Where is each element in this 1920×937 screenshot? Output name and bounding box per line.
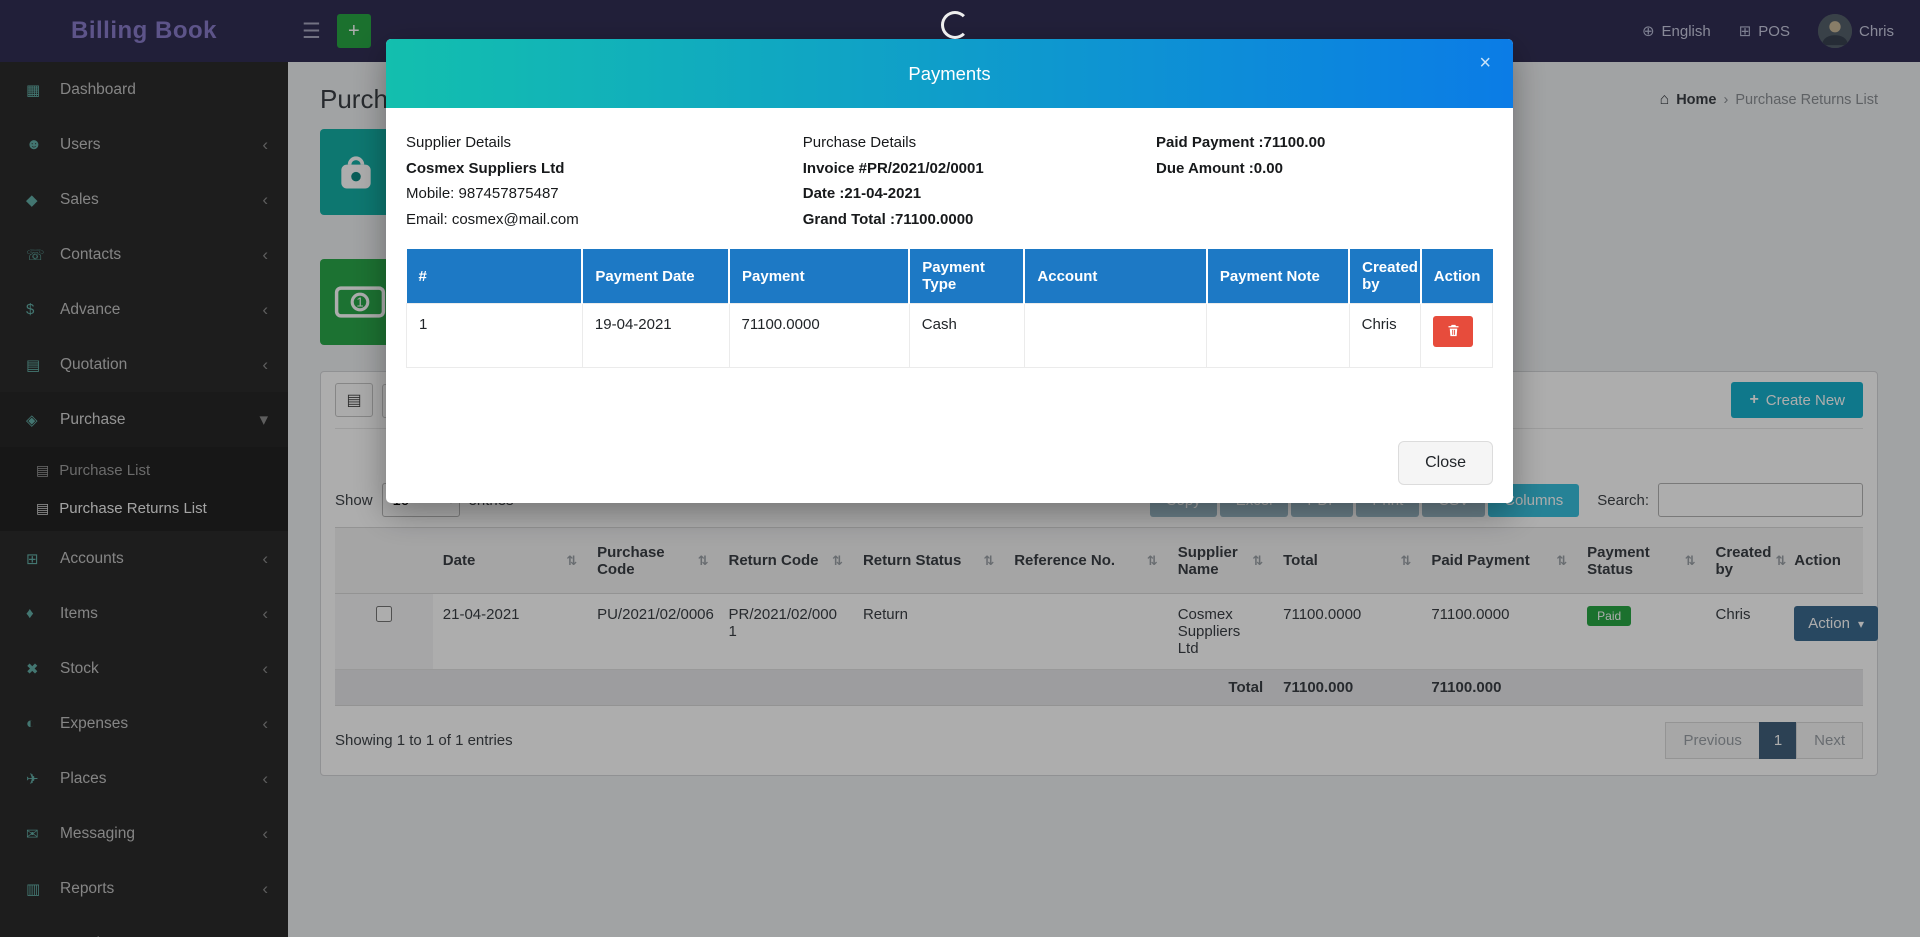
payments-column-header: Payment Note	[1207, 249, 1349, 304]
supplier-name: Cosmex Suppliers Ltd	[406, 156, 803, 182]
payments-column-header: #	[407, 249, 583, 304]
delete-payment-button[interactable]	[1433, 316, 1473, 347]
payment-amount: 71100.0000	[729, 304, 909, 368]
supplier-mobile: Mobile: 987457875487	[406, 181, 803, 207]
payment-summary: Paid Payment :71100.00 Due Amount :0.00	[1156, 130, 1493, 232]
payments-column-header: Payment Type	[909, 249, 1024, 304]
payment-index: 1	[407, 304, 583, 368]
trash-icon	[1446, 323, 1461, 341]
purchase-details-heading: Purchase Details	[803, 130, 1156, 156]
payment-row: 1 19-04-2021 71100.0000 Cash Chris	[407, 304, 1493, 368]
payments-modal: Payments × Supplier Details Cosmex Suppl…	[386, 39, 1513, 503]
invoice-number: Invoice #PR/2021/02/0001	[803, 156, 1156, 182]
payment-created-by: Chris	[1349, 304, 1421, 368]
supplier-details: Supplier Details Cosmex Suppliers Ltd Mo…	[406, 130, 803, 232]
payments-table: # Payment Date Payment Payment Type Acco…	[406, 249, 1493, 368]
payment-note	[1207, 304, 1349, 368]
modal-header: Payments ×	[386, 39, 1513, 108]
supplier-email: Email: cosmex@mail.com	[406, 207, 803, 233]
payments-column-header: Action	[1421, 249, 1493, 304]
payment-account	[1024, 304, 1206, 368]
payments-column-header: Account	[1024, 249, 1206, 304]
payments-column-header: Created by	[1349, 249, 1421, 304]
payments-column-header: Payment	[729, 249, 909, 304]
close-icon[interactable]: ×	[1479, 52, 1491, 75]
due-amount-summary: Due Amount :0.00	[1156, 156, 1493, 182]
close-button[interactable]: Close	[1398, 441, 1493, 485]
paid-payment-summary: Paid Payment :71100.00	[1156, 130, 1493, 156]
purchase-details: Purchase Details Invoice #PR/2021/02/000…	[803, 130, 1156, 232]
loading-spinner	[941, 11, 969, 39]
grand-total: Grand Total :71100.0000	[803, 207, 1156, 233]
payment-date: 19-04-2021	[582, 304, 729, 368]
modal-title: Payments	[908, 63, 990, 85]
supplier-details-heading: Supplier Details	[406, 130, 803, 156]
purchase-date: Date :21-04-2021	[803, 181, 1156, 207]
payment-type: Cash	[909, 304, 1024, 368]
payments-column-header: Payment Date	[582, 249, 729, 304]
